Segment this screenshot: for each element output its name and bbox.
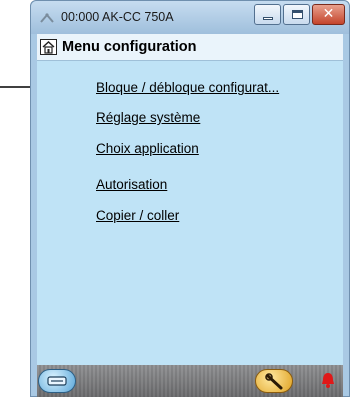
menu-item-authorization[interactable]: Autorisation: [96, 177, 167, 192]
service-tool-button[interactable]: [255, 369, 293, 393]
close-icon: ✕: [322, 6, 335, 22]
wrench-icon: [265, 373, 283, 390]
alarm-bell-icon[interactable]: [319, 371, 337, 389]
page-title: Menu configuration: [62, 39, 197, 55]
client-area: Menu configuration Bloque / débloque con…: [37, 34, 343, 365]
home-icon[interactable]: [40, 39, 57, 55]
menu-item-lock-config[interactable]: Bloque / débloque configurat...: [96, 80, 279, 95]
menu-item-application-choice[interactable]: Choix application: [96, 141, 199, 156]
maximize-icon: [292, 10, 303, 19]
bottom-toolbar: [37, 365, 343, 397]
window-title: 00:000 AK-CC 750A: [61, 10, 174, 24]
title-bar[interactable]: 00:000 AK-CC 750A ✕: [31, 1, 349, 34]
close-button[interactable]: ✕: [312, 4, 345, 25]
app-window: 00:000 AK-CC 750A ✕ Menu configuration B…: [30, 0, 350, 397]
minimize-button[interactable]: [254, 4, 281, 25]
menu-item-system-settings[interactable]: Réglage système: [96, 110, 200, 125]
header-bar: Menu configuration: [37, 34, 343, 61]
device-icon: [47, 376, 67, 386]
menu-item-copy-paste[interactable]: Copier / coller: [96, 208, 179, 223]
minimize-icon: [263, 17, 273, 20]
device-button[interactable]: [38, 369, 76, 393]
app-icon: [40, 13, 54, 23]
maximize-button[interactable]: [283, 4, 310, 25]
